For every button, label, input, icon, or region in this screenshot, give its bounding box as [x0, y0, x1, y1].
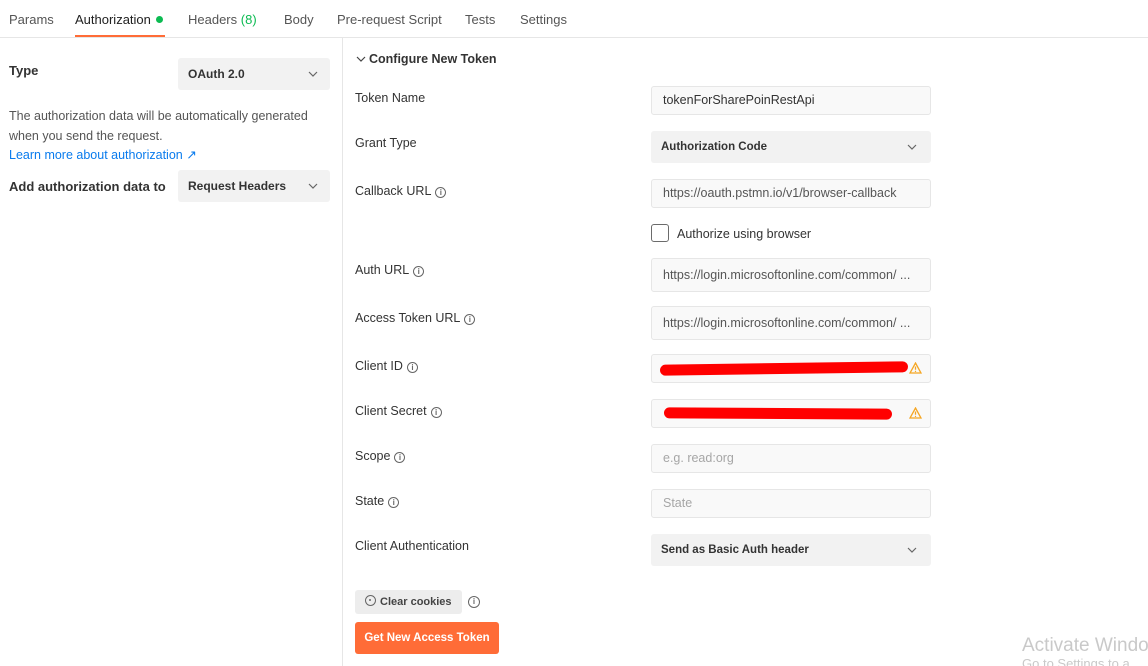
scope-field-label: Scope i: [355, 449, 406, 463]
section-title: Configure New Token: [369, 52, 497, 66]
grant-type-select[interactable]: Authorization Code: [651, 131, 931, 163]
client-secret-label: Client Secret: [355, 404, 427, 418]
get-new-access-token-button[interactable]: Get New Access Token: [355, 622, 499, 654]
access-token-url-field-label: Access Token URL i: [355, 311, 476, 325]
token-name-label: Token Name: [355, 91, 426, 105]
info-icon[interactable]: i: [394, 452, 406, 463]
add-auth-data-select[interactable]: Request Headers: [178, 170, 330, 202]
client-id-field-label: Client ID i: [355, 359, 418, 373]
tab-label: Params: [9, 12, 54, 27]
info-icon[interactable]: i: [464, 314, 476, 325]
info-icon[interactable]: i: [413, 266, 425, 277]
activate-windows-watermark: Activate Windo: [1022, 635, 1148, 656]
info-icon[interactable]: i: [430, 407, 442, 418]
request-tabs: Params Authorization Headers (8) Body Pr…: [0, 0, 1148, 38]
active-tab-indicator: [75, 35, 165, 37]
tab-settings[interactable]: Settings: [520, 12, 567, 27]
tab-pre-request-script[interactable]: Pre-request Script: [337, 12, 442, 27]
info-icon[interactable]: i: [435, 187, 447, 198]
redaction-mark: [663, 407, 893, 420]
configure-token-toggle[interactable]: Configure New Token: [356, 52, 497, 66]
clear-cookies-button[interactable]: Clear cookies: [355, 590, 462, 614]
scope-label: Scope: [355, 449, 391, 463]
warning-icon: [909, 362, 922, 374]
authorize-browser-label[interactable]: Authorize using browser: [677, 227, 811, 241]
headers-count: (8): [240, 12, 257, 27]
client-auth-value: Send as Basic Auth header: [661, 544, 809, 556]
client-secret-input[interactable]: [651, 399, 931, 428]
tab-label: Pre-request Script: [337, 12, 442, 27]
auth-type-select[interactable]: OAuth 2.0: [178, 58, 330, 90]
state-input[interactable]: State: [651, 489, 931, 518]
chevron-down-icon: [907, 144, 917, 150]
panel-divider: [342, 38, 343, 666]
callback-url-label: Callback URL: [355, 184, 432, 198]
tab-label: Headers: [188, 12, 238, 27]
scope-input[interactable]: e.g. read:org: [651, 444, 931, 473]
tab-tests[interactable]: Tests: [465, 12, 495, 27]
add-auth-data-label: Add authorization data to: [9, 179, 166, 194]
auth-type-value: OAuth 2.0: [188, 67, 245, 81]
callback-url-field-label: Callback URL i: [355, 184, 447, 198]
client-secret-field-label: Client Secret i: [355, 404, 442, 418]
tab-label: Authorization: [75, 12, 151, 27]
tab-body[interactable]: Body: [284, 12, 314, 27]
clear-cookies-label: Clear cookies: [380, 596, 452, 608]
token-name-input[interactable]: tokenForSharePoinRestApi: [651, 86, 931, 115]
info-icon[interactable]: i: [406, 362, 418, 373]
chevron-down-icon: [308, 183, 318, 189]
tab-headers[interactable]: Headers (8): [188, 12, 257, 27]
add-auth-data-value: Request Headers: [188, 179, 287, 193]
tab-label: Tests: [465, 12, 496, 27]
client-id-label: Client ID: [355, 359, 403, 373]
authorize-browser-checkbox[interactable]: [651, 224, 669, 242]
learn-more-link[interactable]: Learn more about authorization ↗: [9, 147, 197, 162]
access-token-url-input[interactable]: https://login.microsoftonline.com/common…: [651, 306, 931, 340]
warning-icon: [909, 407, 922, 419]
auth-url-input[interactable]: https://login.microsoftonline.com/common…: [651, 258, 931, 292]
tab-label: Body: [284, 12, 314, 27]
chevron-down-icon: [356, 56, 366, 62]
cookie-icon: [365, 595, 376, 606]
grant-type-label: Grant Type: [355, 136, 417, 150]
info-icon[interactable]: i: [468, 596, 480, 608]
client-auth-label: Client Authentication: [355, 539, 469, 553]
client-auth-select[interactable]: Send as Basic Auth header: [651, 534, 931, 566]
auth-url-label: Auth URL: [355, 263, 410, 277]
client-id-input[interactable]: [651, 354, 931, 383]
callback-url-input[interactable]: https://oauth.pstmn.io/v1/browser-callba…: [651, 179, 931, 208]
chevron-down-icon: [907, 547, 917, 553]
state-field-label: State i: [355, 494, 400, 508]
activate-windows-subtext: Go to Settings to a: [1022, 656, 1130, 666]
tab-label: Settings: [520, 12, 567, 27]
tab-authorization[interactable]: Authorization: [75, 12, 163, 27]
state-label: State: [355, 494, 385, 508]
auth-description: The authorization data will be automatic…: [9, 109, 308, 143]
access-token-url-label: Access Token URL: [355, 311, 461, 325]
info-icon[interactable]: i: [388, 497, 400, 508]
auth-url-field-label: Auth URL i: [355, 263, 425, 277]
chevron-down-icon: [308, 71, 318, 77]
grant-type-value: Authorization Code: [661, 141, 768, 153]
redaction-mark: [659, 361, 909, 376]
active-dot-icon: [155, 16, 163, 23]
type-label: Type: [9, 63, 39, 78]
tab-params[interactable]: Params: [9, 12, 54, 27]
